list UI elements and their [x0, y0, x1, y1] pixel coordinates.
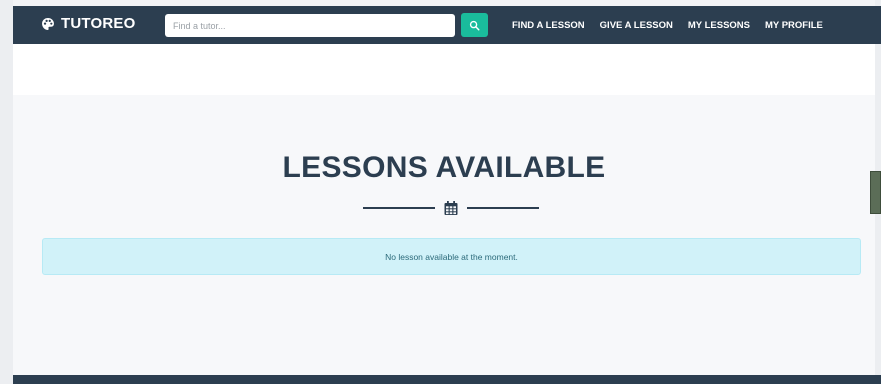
page-title: LESSONS AVAILABLE [282, 151, 606, 184]
alert-message: No lesson available at the moment. [385, 251, 518, 262]
title-divider [361, 198, 541, 218]
main-section: LESSONS AVAILABLE No lesson available at… [13, 95, 875, 375]
nav-find-a-lesson[interactable]: FIND A LESSON [512, 20, 585, 31]
brand-name: TUTOREO [61, 15, 136, 32]
divider-line-left [363, 207, 435, 209]
nav-give-a-lesson[interactable]: GIVE A LESSON [600, 20, 673, 31]
navbar: TUTOREO FIND A LESSON GIVE A LESSON MY L… [13, 6, 881, 44]
nav-links: FIND A LESSON GIVE A LESSON MY LESSONS M… [512, 6, 838, 44]
side-feedback-tab[interactable] [870, 171, 881, 214]
footer [13, 375, 881, 384]
search-button[interactable] [461, 13, 488, 37]
calendar-icon [443, 200, 459, 216]
brand-logo[interactable]: TUTOREO [41, 15, 135, 32]
palette-icon [41, 17, 55, 31]
header-spacer [13, 44, 875, 95]
nav-my-lessons[interactable]: MY LESSONS [688, 20, 750, 31]
search-icon [469, 20, 480, 31]
nav-my-profile[interactable]: MY PROFILE [765, 20, 823, 31]
empty-state-alert: No lesson available at the moment. [42, 238, 861, 275]
search-input[interactable] [165, 14, 455, 37]
divider-line-right [467, 207, 539, 209]
left-gutter [0, 0, 13, 384]
